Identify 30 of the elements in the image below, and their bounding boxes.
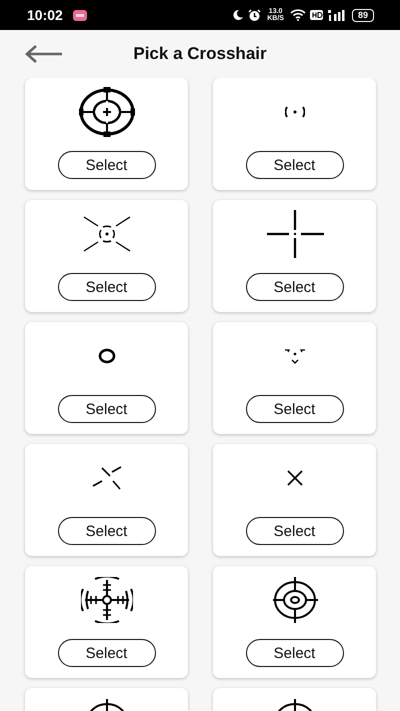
clock-time: 10:02 — [27, 7, 63, 23]
back-arrow-icon[interactable] — [25, 44, 63, 64]
scope-icon — [272, 577, 318, 624]
select-button[interactable]: Select — [246, 639, 344, 667]
dot-chevrons-icon — [284, 349, 306, 364]
select-button[interactable]: Select — [58, 151, 156, 179]
crosshair-icon — [266, 209, 324, 259]
target-icon — [78, 87, 134, 137]
dot-brackets-icon — [284, 106, 304, 118]
scope-icon — [80, 577, 132, 623]
hd-icon — [310, 10, 323, 20]
select-button[interactable]: Select — [246, 151, 344, 179]
select-button[interactable]: Select — [58, 639, 156, 667]
signal-icon — [326, 9, 345, 21]
select-button[interactable]: Select — [58, 395, 156, 423]
select-button[interactable]: Select — [58, 273, 156, 301]
select-button[interactable]: Select — [246, 395, 344, 423]
battery-level: 89 — [352, 8, 374, 22]
alarm-icon — [248, 8, 262, 22]
select-button[interactable]: Select — [246, 517, 344, 545]
dot-ring-icon — [82, 216, 130, 252]
select-button[interactable]: Select — [58, 517, 156, 545]
x-icon — [286, 470, 302, 486]
wifi-icon — [290, 9, 306, 21]
page-title: Pick a Crosshair — [133, 44, 267, 63]
notification-icon — [72, 10, 87, 20]
ring-icon — [98, 348, 116, 364]
moon-icon — [232, 9, 244, 21]
select-button[interactable]: Select — [246, 273, 344, 301]
pinwheel-icon — [92, 466, 122, 490]
